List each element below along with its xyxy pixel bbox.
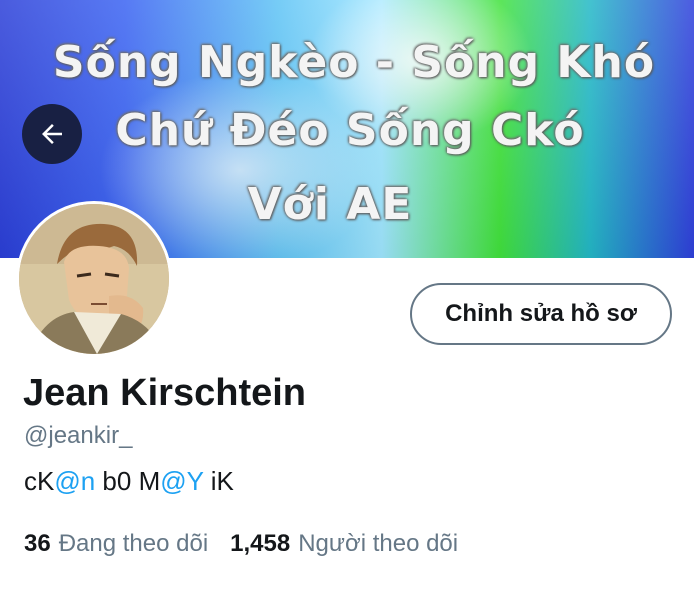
avatar-image — [19, 204, 169, 354]
edit-profile-button[interactable]: Chỉnh sửa hồ sơ — [410, 283, 672, 345]
banner-text-line-1: Sống Ngkèo - Sống Khó — [52, 37, 656, 88]
bio-text-2: b0 M — [95, 466, 161, 496]
banner-text-line-2: Chứ Đéo Sống Ckó — [115, 105, 585, 156]
bio-mention-1[interactable]: @n — [54, 466, 95, 496]
bio-mention-2[interactable]: @Y — [160, 466, 203, 496]
followers-stat[interactable]: 1,458 Người theo dõi — [230, 530, 458, 558]
back-button[interactable] — [22, 104, 82, 164]
arrow-left-icon — [42, 124, 62, 144]
banner-text-line-3: Với AE — [247, 179, 413, 230]
profile-bio: cK@n b0 M@Y iK — [24, 466, 234, 497]
profile-stats: 36 Đang theo dõi 1,458 Người theo dõi — [24, 530, 458, 558]
following-count: 36 — [24, 530, 51, 557]
bio-text-1: cK — [24, 466, 55, 496]
following-label: Đang theo dõi — [58, 530, 209, 557]
bio-text-3: iK — [203, 466, 234, 496]
followers-count: 1,458 — [230, 530, 291, 557]
profile-name: Jean Kirschtein — [23, 372, 306, 414]
profile-handle: @jeankir_ — [24, 422, 133, 449]
following-stat[interactable]: 36 Đang theo dõi — [24, 530, 208, 558]
avatar[interactable] — [16, 201, 172, 357]
followers-label: Người theo dõi — [298, 530, 459, 557]
